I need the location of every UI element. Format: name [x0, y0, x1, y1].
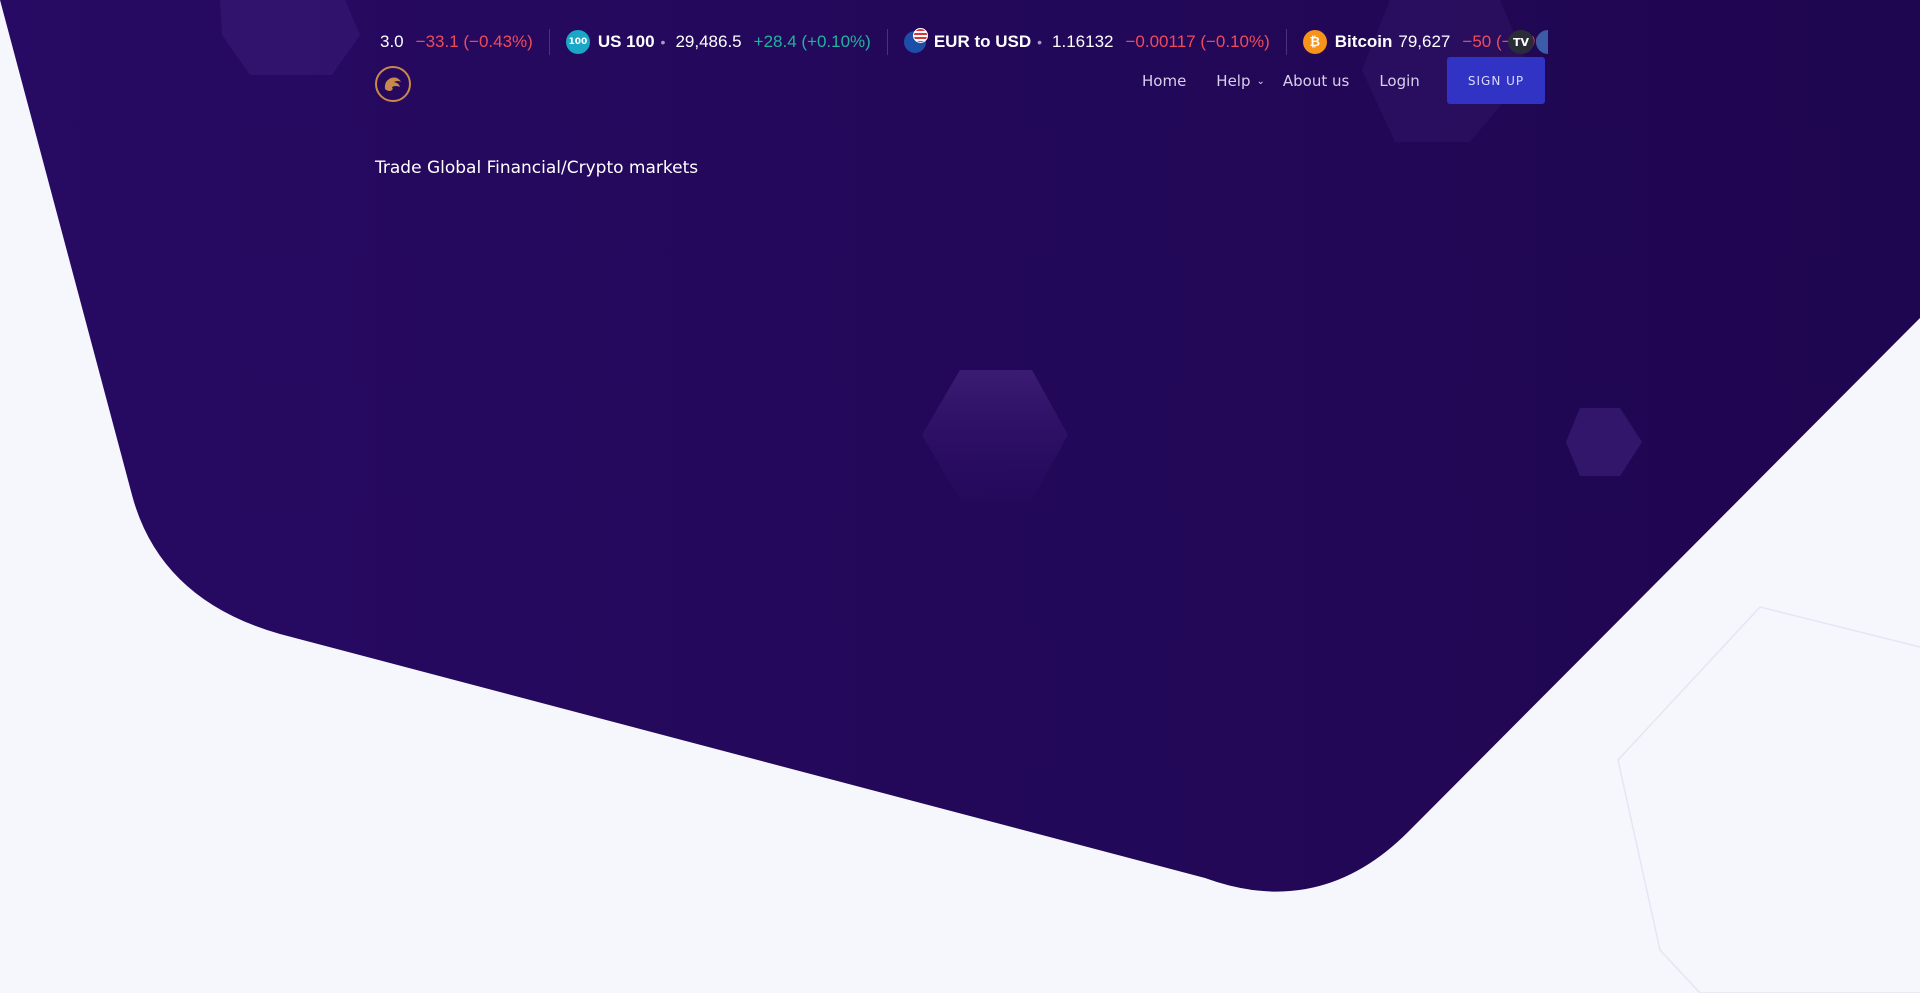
signup-button[interactable]: SIGN UP — [1447, 57, 1545, 104]
nav-login-link[interactable]: Login — [1379, 72, 1419, 90]
market-status-dot: • — [660, 34, 666, 50]
brand-logo[interactable] — [375, 66, 411, 102]
chevron-down-icon: ⌄ — [1256, 75, 1265, 87]
bitcoin-logo: ₿ — [1302, 30, 1327, 54]
ticker-change: −0.00117 (−0.10%) — [1125, 32, 1270, 51]
eur-usd-flag-icon — [903, 28, 928, 53]
ticker-item-eurusd[interactable]: EUR to USD • 1.16132 −0.00117 (−0.10%) — [888, 28, 1287, 55]
nav-home-link[interactable]: Home — [1142, 72, 1186, 90]
ticker-item[interactable]: 3.0 −33.1 (−0.43%) — [375, 29, 550, 55]
ticker-price: 29,486.5 — [675, 32, 742, 51]
hex-outline-decoration — [1617, 606, 1920, 993]
brand-logo-icon — [384, 77, 401, 91]
market-status-dot: • — [1037, 34, 1043, 50]
ticker-name: EUR to USD — [933, 32, 1032, 51]
ticker-change: +28.4 (+0.10%) — [753, 32, 871, 51]
us100-logo: 100 — [565, 30, 590, 54]
ticker-name: US 100 — [597, 32, 655, 51]
ticker-item-us100[interactable]: 100 US 100 • 29,486.5 +28.4 (+0.10%) — [550, 29, 888, 55]
nav-about-link[interactable]: About us — [1283, 72, 1349, 90]
nav-help-label: Help — [1216, 72, 1251, 90]
hero-background — [0, 0, 1920, 993]
ticker-price: 3.0 — [380, 32, 404, 51]
hero-tagline: Trade Global Financial/Crypto markets — [375, 158, 699, 178]
ticker-change: −33.1 (−0.43%) — [415, 32, 533, 51]
ticker-item-bitcoin[interactable]: ₿ Bitcoin 79,627 −50 (−0.06%) — [1287, 29, 1545, 55]
main-nav: Home Help ⌄ About us Login — [1142, 57, 1450, 105]
ticker-price: 1.16132 — [1052, 32, 1114, 51]
ticker-price: 79,627 — [1398, 32, 1451, 51]
ticker-name: Bitcoin — [1334, 32, 1393, 51]
tradingview-logo[interactable]: TV — [1508, 30, 1534, 54]
nav-help-dropdown[interactable]: Help ⌄ — [1216, 72, 1265, 90]
